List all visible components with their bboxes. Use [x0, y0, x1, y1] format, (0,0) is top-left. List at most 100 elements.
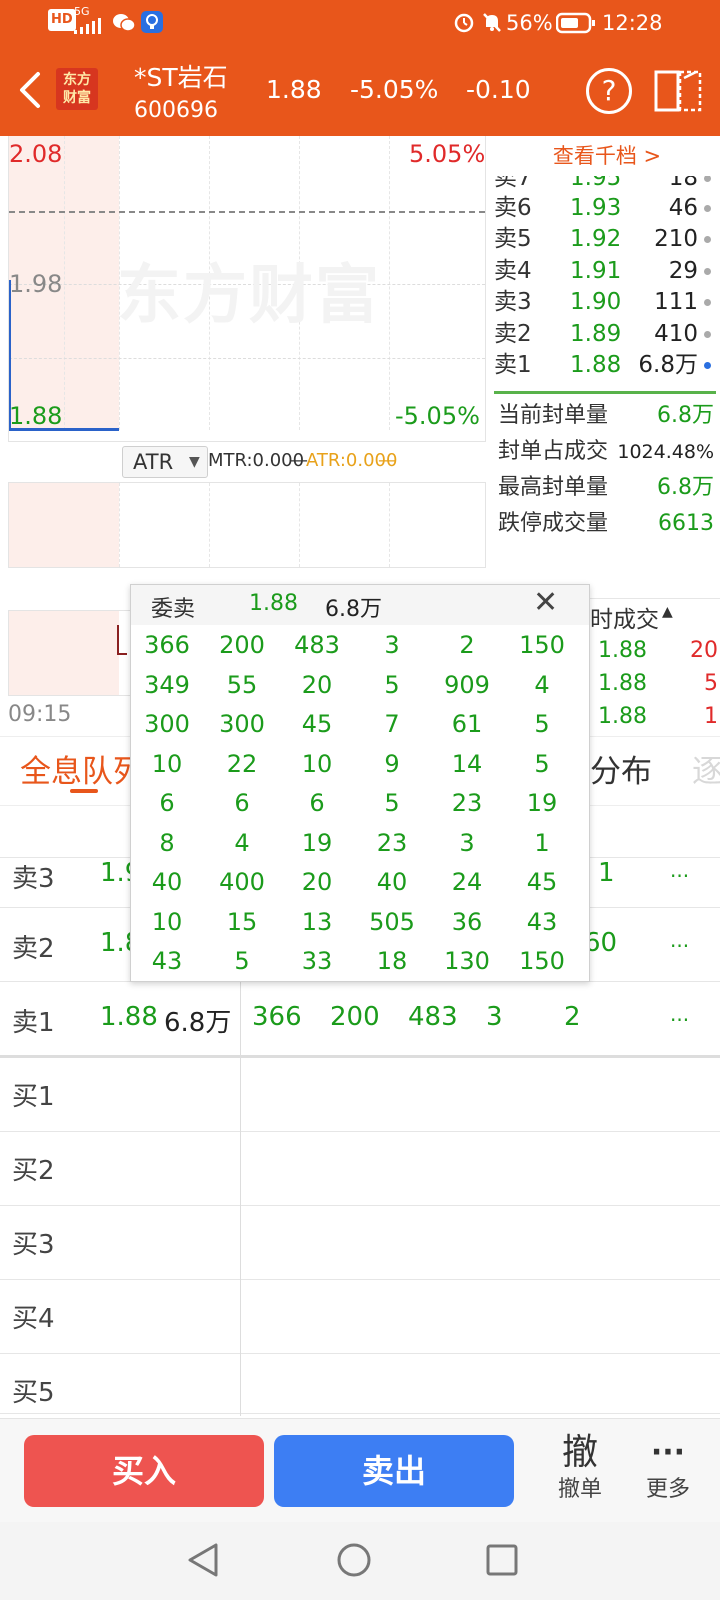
more-label: 更多 [645, 1477, 690, 1502]
clock: 12:28 [602, 11, 663, 35]
network-label: 5G [74, 5, 90, 18]
level-label: 卖2 [494, 321, 532, 347]
layout-toggle-button[interactable] [654, 68, 704, 114]
order-book-row[interactable]: 卖5 1.92 210 [494, 223, 720, 255]
view-depth-link[interactable]: 查看千档 > [494, 140, 720, 170]
volume-bar [117, 625, 119, 655]
order-book-row[interactable]: 卖4 1.91 29 [494, 255, 720, 287]
indicator-row: ATR ▼ MTR:0.000 — ATR:0.000 — [8, 442, 486, 482]
nav-home-icon[interactable] [336, 1542, 372, 1578]
popup-order-cell: 23 [451, 789, 483, 817]
popup-order-cell: 130 [444, 947, 490, 975]
cancel-order-button[interactable]: 撤 撤单 [548, 1431, 612, 1505]
top-header: HD 5G 56% 12:28 东方 财富 *ST岩石 600696 1.88 … [0, 0, 720, 136]
trade-volume: 1 [704, 704, 718, 729]
header-change-pct: -5.05% [350, 75, 439, 104]
logo-text-1: 东方 [63, 72, 91, 88]
header-price: 1.88 [266, 75, 322, 104]
sell-button[interactable]: 卖出 [274, 1435, 514, 1507]
queue-row-buy[interactable]: 买2 [0, 1132, 720, 1206]
high-pct-label: 5.05% [409, 140, 486, 168]
queue-price: 1.88 [100, 1002, 158, 1032]
popup-order-cell: 15 [226, 907, 258, 936]
popup-order-cell: 4 [234, 828, 250, 857]
popup-volume: 6.8万 [325, 597, 382, 622]
popup-order-cell: 5 [534, 749, 550, 778]
queue-volume: 6.8万 [164, 1008, 232, 1038]
queue-label: 卖1 [12, 1008, 55, 1038]
level-label: 卖5 [494, 226, 532, 252]
popup-order-cell: 9 [384, 749, 400, 778]
low-pct-label: -5.05% [395, 402, 480, 430]
queue-more[interactable]: ... [670, 1002, 689, 1026]
buy-button[interactable]: 买入 [24, 1435, 264, 1507]
queue-more[interactable]: ... [670, 928, 689, 952]
level-volume: 111 [654, 289, 698, 315]
order-book-row[interactable]: 卖3 1.90 111 [494, 286, 720, 318]
sort-up-icon[interactable]: ▲ [662, 604, 673, 620]
popup-order-cell: 7 [384, 710, 400, 738]
popup-order-cell: 1 [534, 828, 550, 857]
queue-order: 483 [408, 1002, 458, 1032]
popup-order-cell: 43 [526, 907, 558, 936]
level-dot-icon [704, 236, 711, 243]
queue-more[interactable]: ... [670, 858, 689, 882]
stat-row: 跌停成交量 6613 [498, 506, 714, 542]
queue-label: 买2 [12, 1156, 55, 1186]
queue-row-buy[interactable]: 买4 [0, 1280, 720, 1354]
queue-label: 买4 [12, 1304, 55, 1334]
queue-row-sell1[interactable]: 卖1 1.88 6.8万 366 200 483 3 2 ... [0, 982, 720, 1058]
level-price: 1.90 [570, 289, 622, 315]
popup-order-cell: 18 [376, 947, 408, 975]
action-bar: 买入 卖出 撤 撤单 ··· 更多 [0, 1418, 720, 1522]
battery-icon [556, 12, 596, 34]
queue-order: 2 [564, 1002, 581, 1032]
low-price-label: 1.88 [9, 402, 63, 430]
stock-name[interactable]: *ST岩石 [134, 58, 228, 94]
queue-order: 3 [486, 1002, 503, 1032]
more-button[interactable]: ··· 更多 [636, 1431, 700, 1505]
queue-label: 买5 [12, 1378, 55, 1408]
close-icon[interactable]: ✕ [533, 585, 558, 620]
intraday-chart[interactable]: 2.08 5.05% 1.98 1.88 -5.05% 东方财富 [8, 136, 486, 442]
level-price: 1.89 [570, 321, 622, 347]
app-notification-icon [140, 10, 164, 34]
order-book-row[interactable]: 卖2 1.89 410 [494, 318, 720, 350]
popup-order-cell: 6 [234, 789, 250, 817]
trade-volume: 20 [690, 638, 718, 663]
popup-order-cell: 20 [301, 868, 333, 896]
trades-header[interactable]: 时成交 [590, 600, 659, 634]
order-book-row[interactable]: 卖6 1.93 46 [494, 192, 720, 224]
nav-recents-icon[interactable] [486, 1544, 518, 1576]
popup-order-cell: 150 [519, 631, 565, 659]
stat-label: 跌停成交量 [498, 511, 609, 536]
stat-row: 当前封单量 6.8万 [498, 398, 714, 434]
tab-distribution[interactable]: 分布 [590, 747, 652, 797]
level-price: 1.93 [570, 195, 622, 221]
prev-close-label: 1.98 [9, 270, 63, 298]
queue-row-buy[interactable]: 买5 [0, 1354, 720, 1414]
indicator-chart[interactable] [8, 482, 486, 568]
high-price-label: 2.08 [9, 140, 63, 168]
level-volume: 410 [654, 321, 698, 347]
indicator-select[interactable]: ATR ▼ [122, 446, 208, 478]
stat-value: 1024.48% [617, 441, 714, 463]
popup-order-cell: 36 [451, 907, 483, 936]
popup-order-cell: 4 [534, 670, 550, 699]
help-button[interactable]: ? [586, 68, 632, 114]
popup-order-cell: 6 [309, 789, 325, 817]
back-button[interactable] [16, 68, 46, 112]
popup-order-cell: 300 [144, 710, 190, 738]
more-icon: ··· [650, 1435, 686, 1470]
popup-order-cell: 5 [384, 789, 400, 817]
stat-row: 封单占成交 1024.48% [498, 434, 714, 470]
stock-code: 600696 [134, 98, 218, 123]
level-label: 卖3 [494, 289, 532, 315]
tab-tick-by-tick[interactable]: 逐 [692, 747, 720, 797]
header-change-amt: -0.10 [466, 75, 531, 104]
nav-back-icon[interactable] [186, 1542, 220, 1578]
level-volume: 210 [654, 226, 698, 252]
order-book-row[interactable]: 卖1 1.88 6.8万 [494, 349, 720, 381]
queue-row-buy[interactable]: 买3 [0, 1206, 720, 1280]
queue-row-buy[interactable]: 买1 [0, 1058, 720, 1132]
